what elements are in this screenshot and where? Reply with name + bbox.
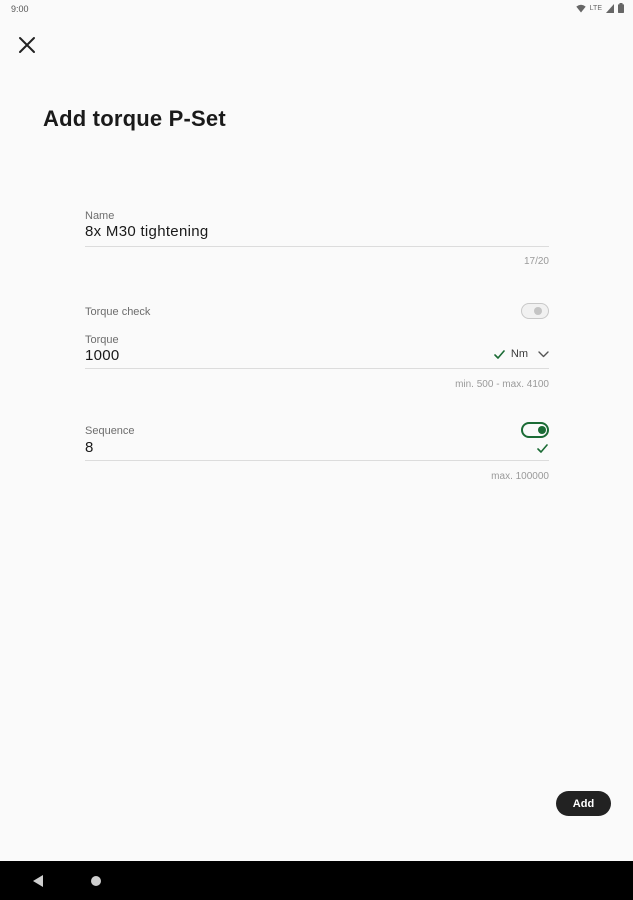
close-icon xyxy=(19,37,35,53)
torque-unit-label: Nm xyxy=(510,348,528,360)
check-icon xyxy=(494,349,505,359)
close-button[interactable] xyxy=(14,32,40,58)
sequence-field-label: Sequence xyxy=(85,425,135,437)
status-time: 9:00 xyxy=(11,4,29,14)
system-nav-bar xyxy=(0,861,633,900)
add-pset-screen: 9:00 LTE Add torque P-Set Name 8x M30 ti… xyxy=(0,0,633,900)
torque-check-toggle[interactable] xyxy=(521,303,549,319)
wifi-icon xyxy=(575,4,586,12)
check-icon xyxy=(537,444,548,453)
torque-unit-select[interactable]: Nm xyxy=(494,348,549,360)
signal-icon xyxy=(606,3,614,13)
back-icon[interactable] xyxy=(33,875,43,887)
toggle-knob xyxy=(538,426,546,434)
network-type-label: LTE xyxy=(589,4,602,12)
chevron-down-icon xyxy=(538,350,549,357)
battery-icon xyxy=(618,3,624,13)
torque-field-underline xyxy=(85,368,549,369)
add-button[interactable]: Add xyxy=(556,791,611,816)
sequence-field-underline xyxy=(85,460,549,461)
name-char-counter: 17/20 xyxy=(523,256,549,267)
toggle-knob xyxy=(534,306,542,315)
sequence-field-input[interactable]: 8 xyxy=(85,439,94,456)
torque-field-input[interactable]: 1000 xyxy=(85,347,120,364)
home-icon[interactable] xyxy=(91,876,101,886)
name-field-label: Name xyxy=(85,210,115,222)
name-field-input[interactable]: 8x M30 tightening xyxy=(85,223,209,240)
status-bar: 9:00 LTE xyxy=(0,0,633,18)
page-title: Add torque P-Set xyxy=(43,106,226,131)
sequence-max-helper: max. 100000 xyxy=(491,471,549,482)
sequence-toggle[interactable] xyxy=(521,422,549,438)
status-icons: LTE xyxy=(575,3,624,13)
torque-check-label: Torque check xyxy=(85,306,151,318)
torque-field-label: Torque xyxy=(85,334,119,346)
torque-range-helper: min. 500 - max. 4100 xyxy=(455,379,549,390)
name-field-underline xyxy=(85,246,549,247)
